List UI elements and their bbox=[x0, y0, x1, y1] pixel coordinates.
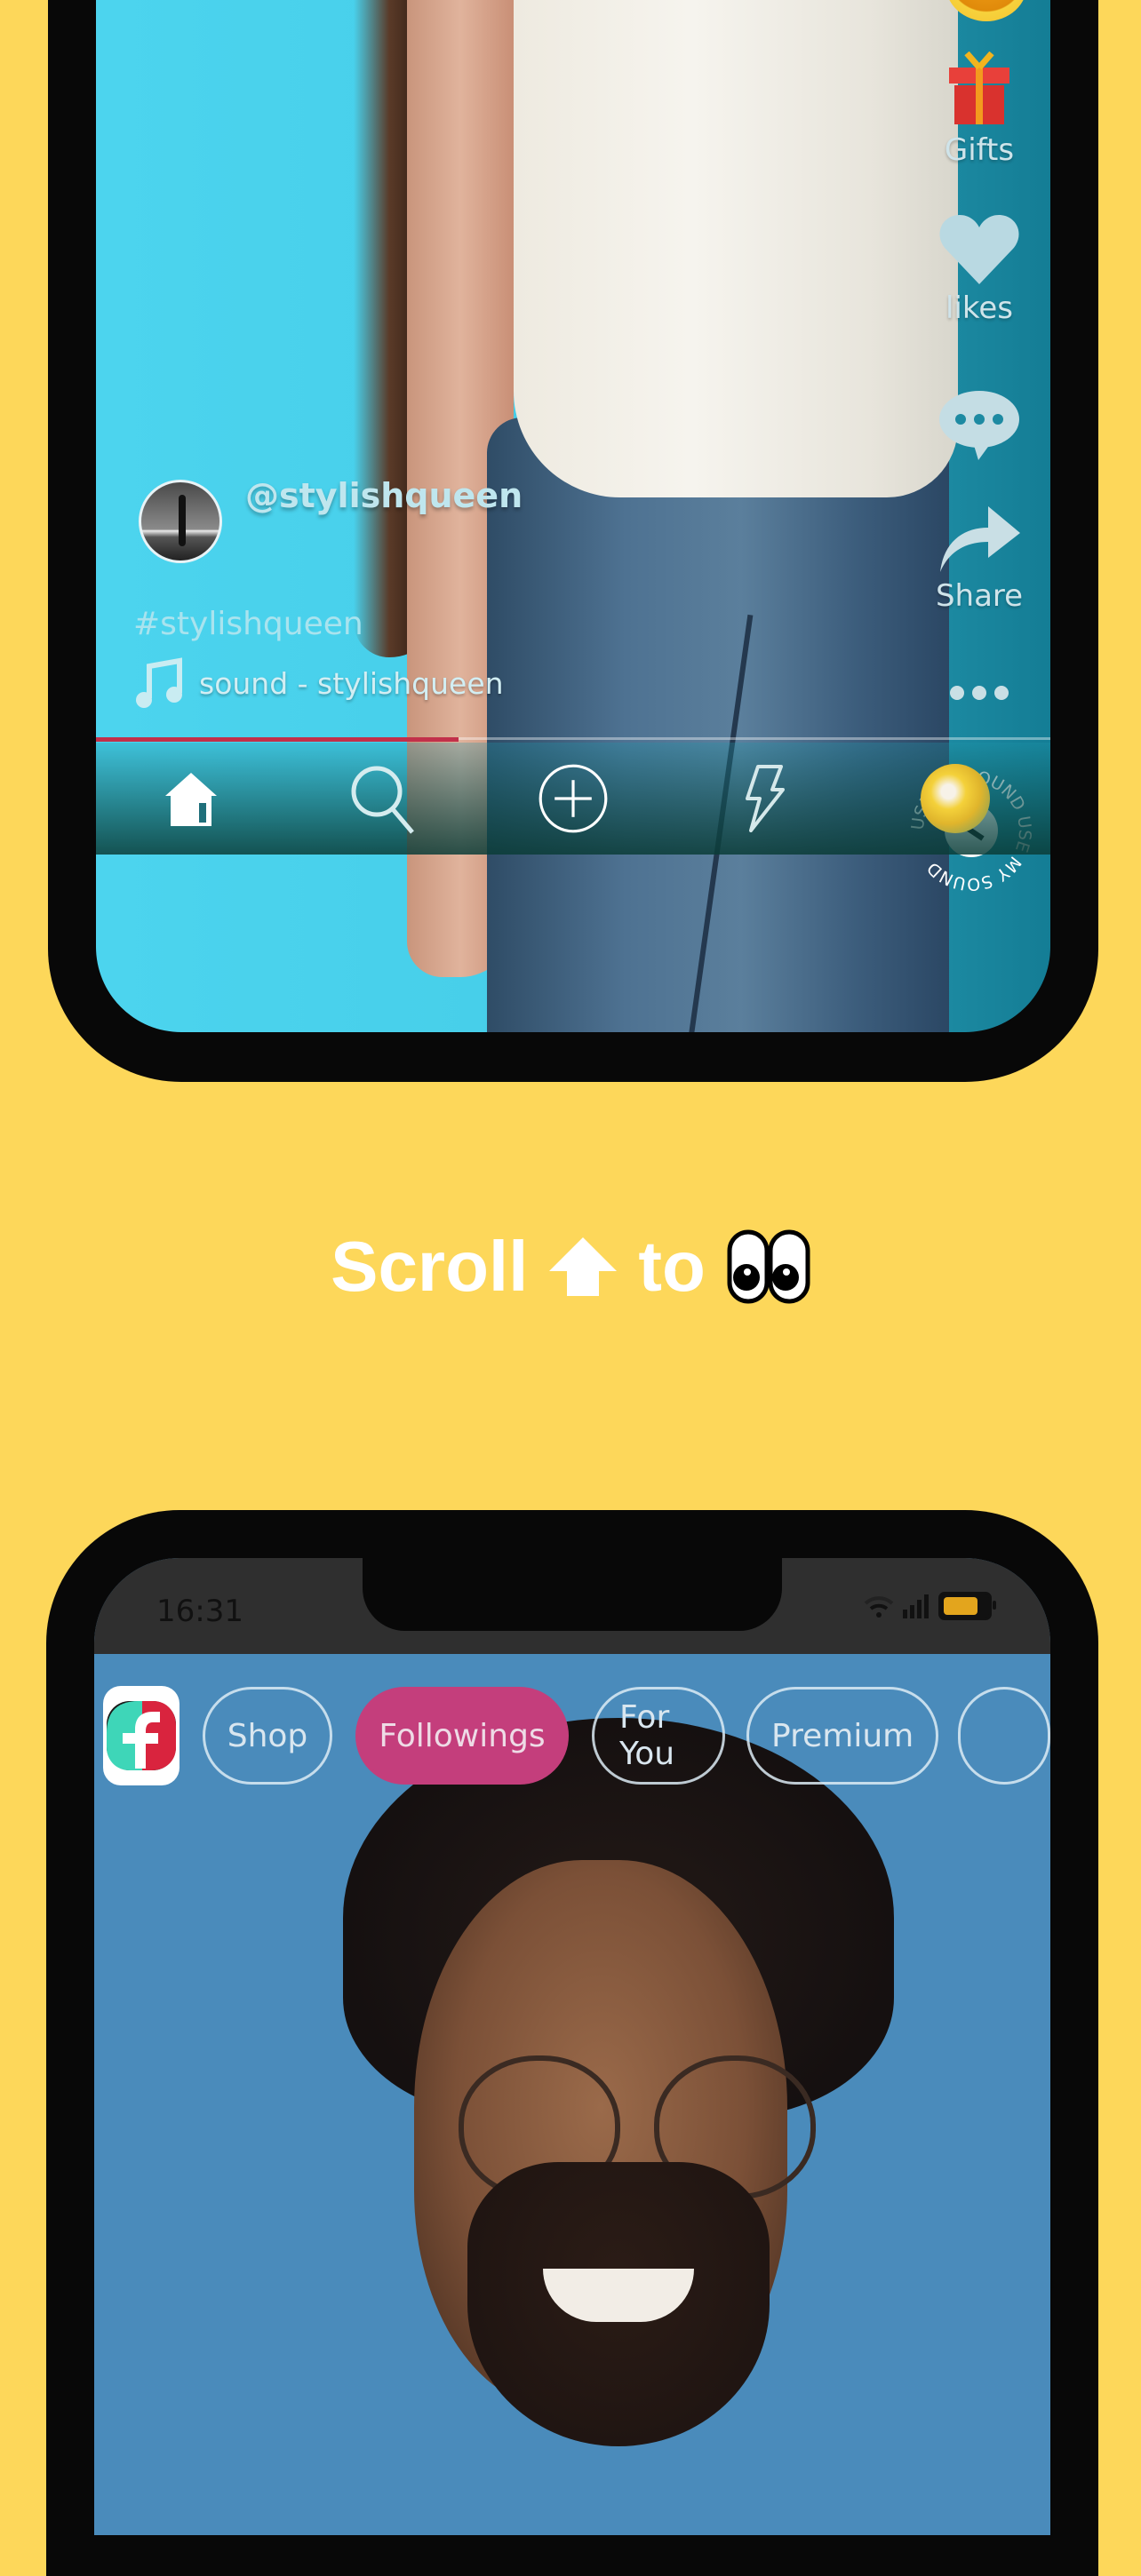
phone-frame-top: Gifts likes Share MY SOUND @stylishqueen… bbox=[48, 0, 1098, 1082]
eyes-icon bbox=[727, 1229, 810, 1304]
signal-icon bbox=[903, 1594, 929, 1618]
wifi-icon bbox=[864, 1596, 894, 1618]
tab-shop-label: Shop bbox=[227, 1717, 308, 1754]
tab-premium[interactable]: Premium bbox=[746, 1687, 939, 1785]
nav-create[interactable] bbox=[538, 763, 609, 834]
like-button[interactable]: likes bbox=[908, 213, 1050, 326]
post-hashtag[interactable]: #stylishqueen bbox=[133, 606, 363, 642]
tab-followings-label: Followings bbox=[379, 1717, 546, 1754]
tab-for-you-label: For You bbox=[619, 1699, 675, 1772]
search-icon bbox=[351, 766, 415, 834]
share-label: Share bbox=[935, 578, 1024, 614]
tab-more[interactable] bbox=[958, 1687, 1050, 1785]
tab-shop[interactable]: Shop bbox=[203, 1687, 332, 1785]
scroll-hint-text: Scroll bbox=[331, 1227, 529, 1306]
comment-icon bbox=[939, 391, 1019, 460]
author-username[interactable]: @stylishqueen bbox=[245, 476, 523, 515]
home-feed-screen[interactable]: 16:31 Shop Followings For You Premium bbox=[94, 1558, 1050, 2535]
plus-circle-icon bbox=[539, 764, 608, 833]
nav-profile[interactable] bbox=[920, 763, 991, 834]
nav-flash[interactable] bbox=[729, 763, 800, 834]
nav-home[interactable] bbox=[156, 763, 227, 834]
sound-row[interactable]: sound - stylishqueen bbox=[133, 657, 504, 709]
coin-icon[interactable] bbox=[946, 0, 1027, 21]
phone-frame-bottom: 16:31 Shop Followings For You Premium bbox=[46, 1510, 1098, 2576]
profile-avatar bbox=[920, 764, 990, 833]
status-time: 16:31 bbox=[156, 1594, 243, 1629]
battery-level bbox=[944, 1597, 977, 1615]
video-progress-bar[interactable] bbox=[96, 737, 1050, 742]
video-content-jeans bbox=[487, 417, 949, 1032]
gifts-label: Gifts bbox=[944, 132, 1015, 168]
more-options-button[interactable] bbox=[908, 684, 1050, 706]
video-content-shirt bbox=[514, 0, 958, 497]
up-arrow-icon bbox=[549, 1237, 618, 1296]
battery-cap bbox=[993, 1601, 996, 1610]
scroll-hint-to: to bbox=[638, 1227, 706, 1306]
status-bar: 16:31 bbox=[94, 1558, 1050, 1654]
lightning-icon bbox=[745, 765, 785, 832]
author-avatar[interactable] bbox=[139, 480, 222, 563]
tab-for-you[interactable]: For You bbox=[592, 1687, 726, 1785]
nav-search[interactable] bbox=[347, 763, 418, 834]
likes-label: likes bbox=[945, 290, 1013, 326]
feed-tabs: Shop Followings For You Premium bbox=[94, 1682, 1050, 1789]
app-logo-icon bbox=[107, 1701, 176, 1770]
share-button[interactable]: Share bbox=[908, 503, 1050, 614]
battery-icon bbox=[938, 1592, 996, 1620]
heart-icon bbox=[939, 215, 1019, 284]
gifts-button[interactable]: Gifts bbox=[908, 51, 1050, 168]
share-arrow-icon bbox=[940, 506, 1020, 572]
comments-button[interactable] bbox=[908, 389, 1050, 465]
status-icons bbox=[864, 1592, 996, 1620]
music-note-icon bbox=[136, 657, 182, 708]
tab-premium-label: Premium bbox=[771, 1717, 914, 1754]
home-icon bbox=[165, 773, 218, 826]
avatar-figure bbox=[179, 495, 186, 546]
video-progress-fill bbox=[96, 737, 459, 742]
sound-name: sound - stylishqueen bbox=[199, 665, 504, 701]
app-logo[interactable] bbox=[103, 1686, 180, 1785]
notch bbox=[363, 1558, 782, 1631]
video-feed-screen[interactable]: Gifts likes Share MY SOUND @stylishqueen… bbox=[96, 0, 1050, 1032]
bottom-navigation bbox=[96, 743, 1050, 855]
scroll-hint: Scroll to bbox=[0, 1226, 1141, 1308]
gift-icon bbox=[949, 51, 1009, 124]
more-dots-icon bbox=[950, 686, 1009, 700]
tab-followings[interactable]: Followings bbox=[355, 1687, 569, 1785]
